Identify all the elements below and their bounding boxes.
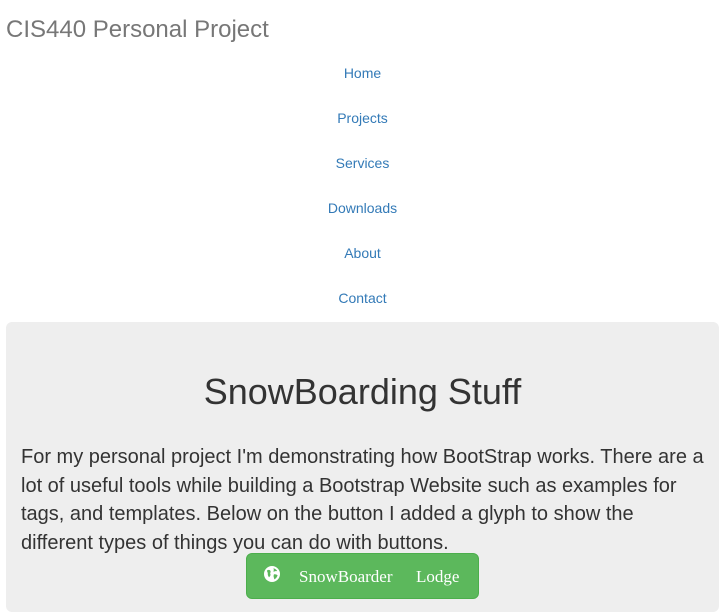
globe-icon (263, 565, 281, 583)
nav-item-projects[interactable]: Projects (0, 107, 725, 152)
jumbotron: SnowBoarding Stuff For my personal proje… (6, 322, 719, 612)
button-label-lodge: Lodge (416, 567, 460, 586)
page-title: SnowBoarding Stuff (203, 371, 522, 412)
nav-item-downloads[interactable]: Downloads (0, 197, 725, 242)
button-label-snowboarder: SnowBoarder (299, 567, 393, 586)
nav-item-services[interactable]: Services (0, 152, 725, 197)
navbar-brand[interactable]: CIS440 Personal Project (6, 16, 269, 44)
snowboarder-lodge-button[interactable]: SnowBoarder Lodge (246, 553, 479, 599)
nav-item-about[interactable]: About (0, 242, 725, 287)
intro-paragraph: For my personal project I'm demonstratin… (21, 446, 704, 554)
nav-item-home[interactable]: Home (0, 62, 725, 107)
nav-menu: Home Projects Services Downloads About C… (0, 62, 725, 332)
